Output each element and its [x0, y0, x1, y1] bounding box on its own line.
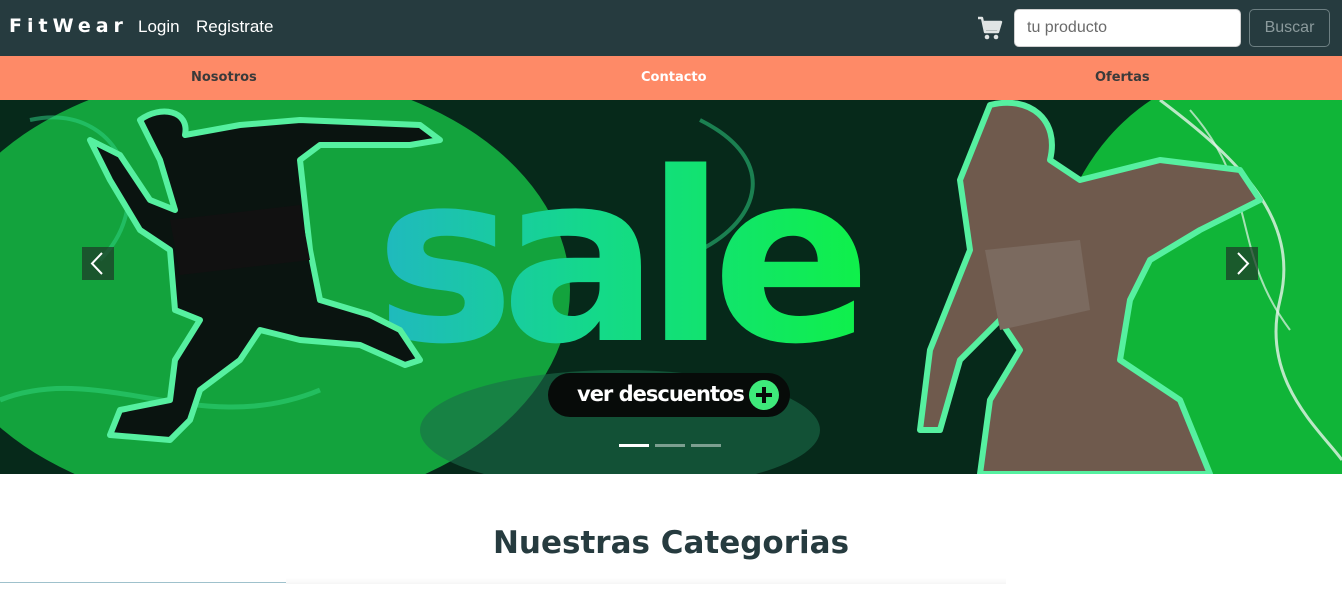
categories-title: Nuestras Categorias: [492, 525, 850, 561]
secondary-navbar: Nosotros Contacto Ofertas: [0, 56, 1342, 100]
sale-text: sale: [375, 123, 861, 396]
chevron-right-icon: [1237, 252, 1250, 275]
plus-icon: [749, 380, 779, 410]
nav-ofertas[interactable]: Ofertas: [1095, 70, 1150, 85]
carousel-prev-button[interactable]: [82, 247, 114, 280]
card-row-shadow: [286, 578, 1006, 584]
section-divider: [0, 582, 286, 583]
carousel-indicator-3[interactable]: [691, 444, 721, 447]
chevron-left-icon: [90, 252, 103, 275]
top-navbar: FitWear Login Registrate Buscar: [0, 0, 1342, 56]
ver-descuentos-button[interactable]: ver descuentos: [548, 373, 790, 417]
shopping-cart-icon[interactable]: [976, 14, 1004, 42]
login-link[interactable]: Login: [138, 17, 180, 37]
carousel-next-button[interactable]: [1226, 247, 1258, 280]
register-link[interactable]: Registrate: [196, 17, 273, 37]
search-button[interactable]: Buscar: [1249, 9, 1330, 47]
sale-banner-image: sale: [0, 100, 1342, 474]
cta-label: ver descuentos: [577, 382, 745, 406]
nav-nosotros[interactable]: Nosotros: [191, 70, 257, 85]
carousel-indicator-1[interactable]: [619, 444, 649, 447]
nav-contacto[interactable]: Contacto: [641, 70, 707, 85]
hero-carousel: sale ver descuentos: [0, 100, 1342, 474]
brand-logo[interactable]: FitWear: [9, 15, 128, 37]
carousel-indicator-2[interactable]: [655, 444, 685, 447]
search-input[interactable]: [1014, 9, 1241, 47]
